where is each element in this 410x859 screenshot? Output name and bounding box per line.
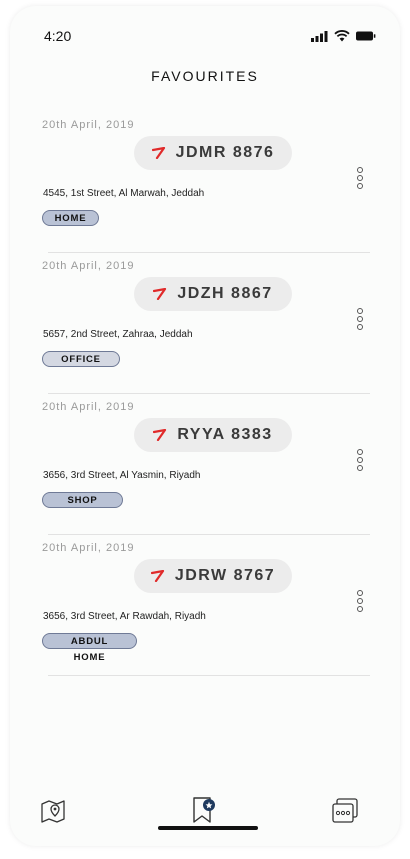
card-address: 3656, 3rd Street, Ar Rawdah, Riyadh (43, 611, 206, 622)
plate-number: JDMR 8876 (175, 144, 275, 161)
plate-badge: JDMR 8876 (134, 136, 292, 170)
phone-screen: 4:20 FAVOURITES 20th April, 2019 JDMR 88… (10, 6, 400, 846)
plate-number: JDZH 8867 (177, 285, 273, 302)
card-address: 4545, 1st Street, Al Marwah, Jeddah (43, 188, 205, 199)
card-address: 3656, 3rd Street, Al Yasmin, Riyadh (43, 470, 201, 481)
battery-icon (356, 31, 376, 41)
bookmark-star-icon[interactable] (188, 796, 218, 826)
more-options-icon[interactable] (354, 167, 366, 189)
more-options-icon[interactable] (354, 449, 366, 471)
favourite-card[interactable]: 20th April, 2019 JDZH 8867 5657, 2nd Str… (10, 253, 400, 394)
arrow-icon (153, 288, 167, 300)
card-date: 20th April, 2019 (42, 401, 135, 413)
tag-badge[interactable]: ABDUL HOME (42, 633, 137, 663)
arrow-icon (153, 429, 167, 441)
tag-badge[interactable]: SHOP (42, 492, 123, 508)
plate-badge: JDRW 8767 (134, 559, 292, 593)
signal-icon (311, 30, 328, 42)
plate-number: RYYA 8383 (177, 426, 273, 443)
home-indicator[interactable] (158, 826, 258, 830)
favourite-card[interactable]: 20th April, 2019 JDRW 8767 3656, 3rd Str… (10, 535, 400, 676)
plate-badge: RYYA 8383 (134, 418, 292, 452)
status-bar: 4:20 (10, 28, 400, 48)
card-date: 20th April, 2019 (42, 260, 135, 272)
tag-badge[interactable]: HOME (42, 210, 99, 226)
more-options-icon[interactable] (354, 590, 366, 612)
divider (48, 675, 370, 676)
card-date: 20th April, 2019 (42, 542, 135, 554)
page-title: FAVOURITES (151, 68, 259, 84)
status-icons (311, 30, 376, 42)
favourites-list: 20th April, 2019 JDMR 8876 4545, 1st Str… (10, 112, 400, 676)
more-options-icon[interactable] (330, 796, 360, 826)
tab-bar (10, 766, 400, 846)
more-options-icon[interactable] (354, 308, 366, 330)
map-pin-icon[interactable] (38, 796, 68, 826)
status-time: 4:20 (44, 28, 72, 44)
favourite-card[interactable]: 20th April, 2019 RYYA 8383 3656, 3rd Str… (10, 394, 400, 535)
card-address: 5657, 2nd Street, Zahraa, Jeddah (43, 329, 193, 340)
arrow-icon (151, 147, 165, 159)
favourite-card[interactable]: 20th April, 2019 JDMR 8876 4545, 1st Str… (10, 112, 400, 253)
card-date: 20th April, 2019 (42, 119, 135, 131)
wifi-icon (334, 30, 350, 42)
plate-number: JDRW 8767 (174, 567, 276, 584)
plate-badge: JDZH 8867 (134, 277, 292, 311)
tag-badge[interactable]: OFFICE (42, 351, 120, 367)
arrow-icon (150, 570, 164, 582)
